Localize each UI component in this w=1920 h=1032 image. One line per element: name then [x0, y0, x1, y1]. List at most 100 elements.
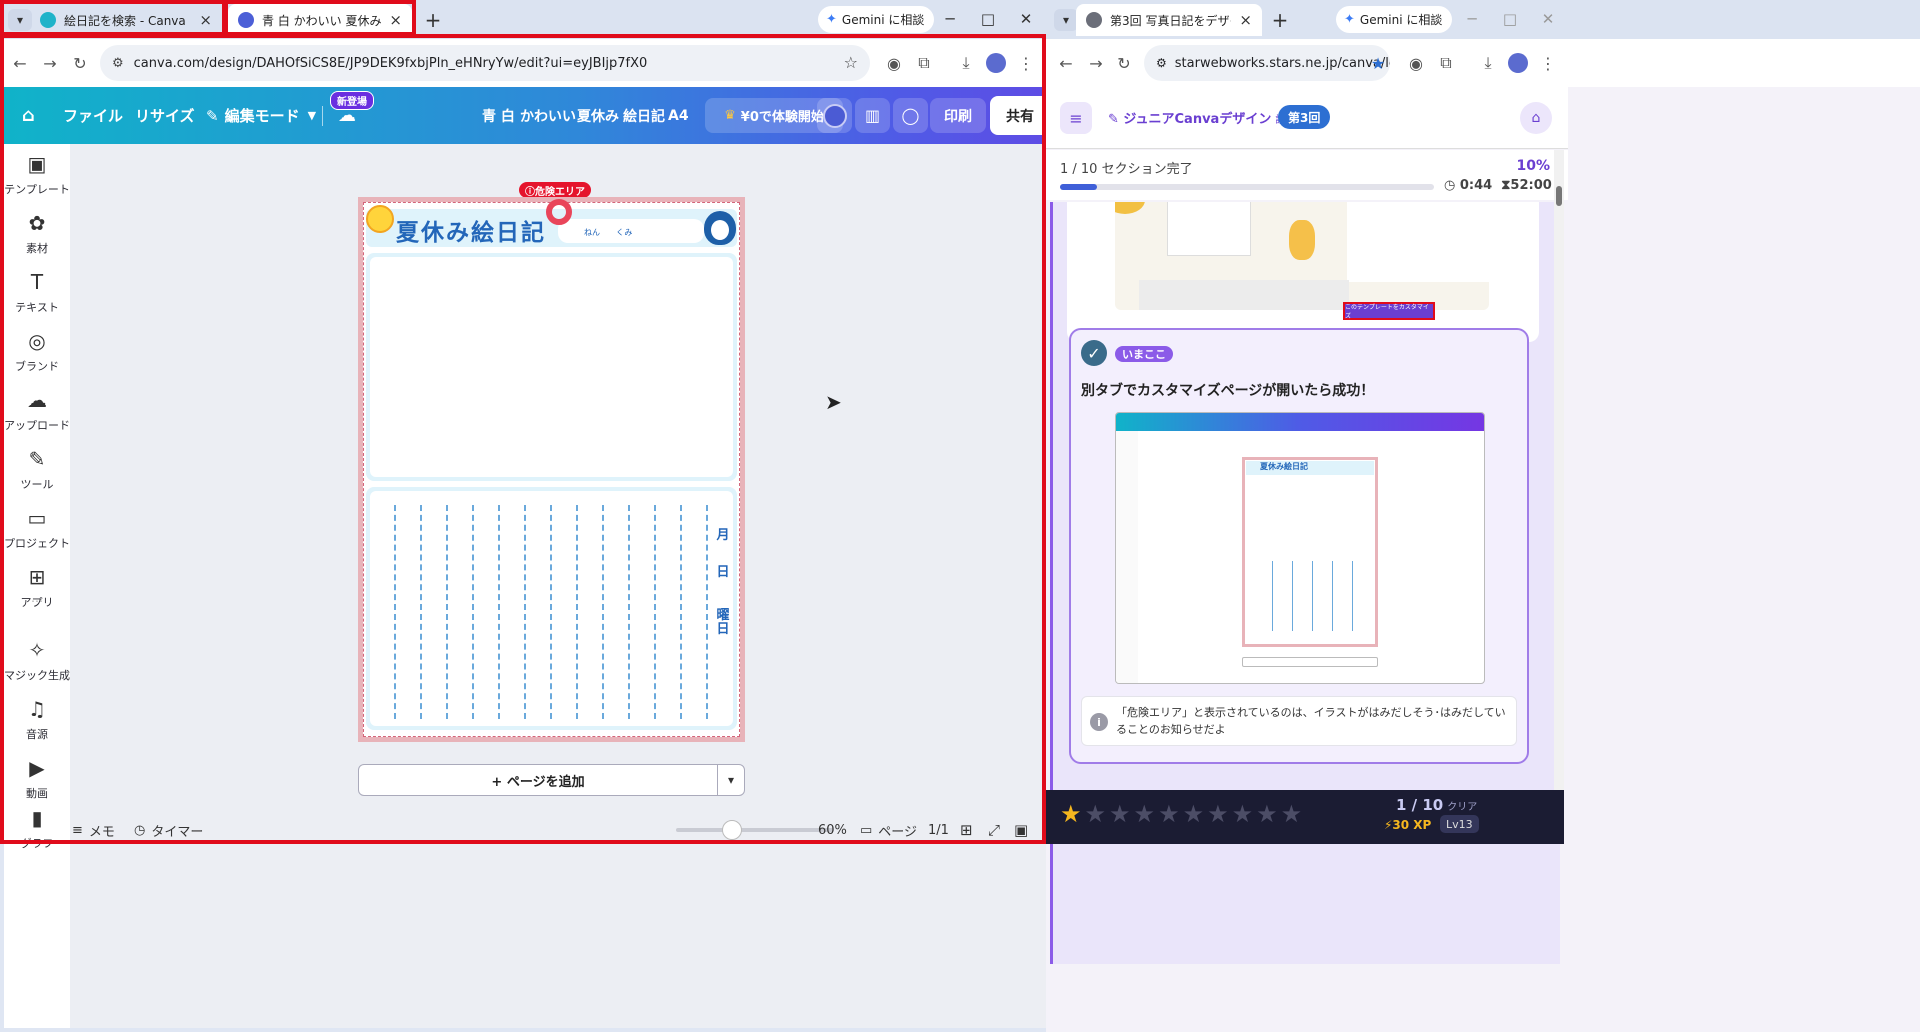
penguin-sticker-icon[interactable]: [704, 211, 736, 245]
course-title: ✎ ジュニアCanvaデザイン講座: [1108, 108, 1295, 127]
tag-chip: かわいい: [520, 108, 576, 125]
star-empty-icon: ★: [1256, 800, 1281, 828]
sidebar-item-charts[interactable]: ▮ グラフ: [4, 804, 70, 854]
diary-title[interactable]: 夏休み絵日記: [396, 213, 546, 247]
screenshot-icon[interactable]: ◉: [882, 51, 906, 75]
site-info-icon[interactable]: ⚙: [112, 56, 124, 71]
new-badge: 新登場: [330, 91, 374, 110]
reload-button[interactable]: ↻: [1112, 51, 1136, 75]
share-button[interactable]: 共有: [990, 96, 1050, 135]
sun-sticker-icon[interactable]: [366, 205, 394, 233]
insights-chart-icon[interactable]: ▥: [855, 98, 890, 133]
tab-search-button[interactable]: ▾: [8, 9, 32, 31]
new-tab-button[interactable]: +: [1268, 8, 1292, 32]
maximize-button[interactable]: □: [1494, 6, 1526, 32]
sidebar-item-brand[interactable]: ◎ ブランド: [4, 321, 70, 383]
home-icon[interactable]: ⌂: [1520, 102, 1552, 134]
sidebar-item-magic[interactable]: ✧ マジック生成: [4, 630, 70, 692]
browser-menu-icon[interactable]: ⋮: [1014, 51, 1038, 75]
comment-icon[interactable]: ◯: [893, 98, 928, 133]
screenshot-page-inner: [1245, 460, 1375, 644]
tab-course-page[interactable]: 第3回 写真日記をデザインしよう | ×: [1076, 4, 1262, 36]
swim-ring-sticker-icon[interactable]: [546, 199, 572, 225]
sidebar-item-apps[interactable]: ⊞ アプリ: [4, 557, 70, 619]
close-tab-icon[interactable]: ×: [199, 11, 212, 29]
maximize-button[interactable]: □: [972, 6, 1004, 32]
add-page-button[interactable]: + ページを追加: [358, 764, 718, 796]
screenshot-icon[interactable]: ◉: [1404, 51, 1428, 75]
edit-mode-menu[interactable]: ✎ 編集モード ▼: [206, 87, 316, 144]
grid-view-icon[interactable]: ⊞: [960, 814, 973, 846]
bookmark-star-icon[interactable]: ★: [1366, 51, 1390, 75]
sidebar-item-uploads[interactable]: ☁ アップロード: [4, 380, 70, 442]
bookmark-star-icon[interactable]: ☆: [844, 53, 858, 72]
lesson-content[interactable]: このテンプレートをカスタマイズ ✓ いまここ 別タブでカスタマイズページが開いた…: [1050, 202, 1560, 964]
current-step-badge: いまここ: [1115, 346, 1173, 362]
tab-canva-search[interactable]: 絵日記を検索 - Canva ×: [30, 4, 222, 36]
sidebar-item-tools[interactable]: ✎ ツール: [4, 439, 70, 501]
profile-avatar[interactable]: [986, 53, 1006, 73]
back-button[interactable]: ←: [1054, 51, 1078, 75]
site-info-icon[interactable]: ⚙: [1156, 56, 1167, 70]
sidebar-item-templates[interactable]: ▣ テンプレート: [4, 144, 70, 206]
file-menu[interactable]: ファイル: [63, 87, 123, 144]
resize-menu[interactable]: リサイズ: [135, 87, 195, 144]
home-icon[interactable]: ⌂: [22, 87, 35, 144]
minimize-button[interactable]: ─: [1456, 6, 1488, 32]
chevron-down-icon[interactable]: ▾: [717, 764, 745, 796]
url-input[interactable]: ⚙ canva.com/design/DAHOfSiCS8E/JP9DEK9fx…: [100, 45, 870, 81]
close-window-button[interactable]: ✕: [1010, 6, 1042, 32]
progress-footer: ★★★★★★★★★★ 1 / 10 クリア ⚡30 XP Lv13: [1046, 790, 1564, 844]
back-button[interactable]: ←: [8, 51, 32, 75]
progress-bar: [1060, 184, 1434, 190]
page-scrollbar[interactable]: [1554, 150, 1564, 790]
account-button[interactable]: [817, 98, 852, 133]
minimize-button[interactable]: ─: [934, 6, 966, 32]
gemini-button[interactable]: ✦ Gemini に相談: [818, 6, 935, 33]
gemini-spark-icon: ✦: [1344, 12, 1355, 27]
zoom-slider[interactable]: [676, 828, 834, 832]
hamburger-menu-icon[interactable]: ≡: [1060, 102, 1092, 134]
forward-button[interactable]: →: [38, 51, 62, 75]
close-tab-icon[interactable]: ×: [389, 11, 402, 29]
zoom-slider-handle[interactable]: [722, 820, 742, 840]
picture-area[interactable]: [366, 253, 737, 481]
sidebar-item-audio[interactable]: ♫ 音源: [4, 689, 70, 751]
forward-button[interactable]: →: [1084, 51, 1108, 75]
browser-menu-icon[interactable]: ⋮: [1536, 51, 1560, 75]
gemini-button[interactable]: ✦ Gemini に相談: [1336, 6, 1453, 33]
close-window-button[interactable]: ✕: [1532, 6, 1564, 32]
gemini-spark-icon: ✦: [826, 12, 837, 27]
pages-button[interactable]: ▭ ページ: [860, 814, 917, 846]
title-banner[interactable]: 夏休み絵日記 ねん くみ: [366, 199, 737, 247]
url-input[interactable]: ⚙ starwebworks.stars.ne.jp/canva/les...: [1144, 45, 1390, 81]
download-icon[interactable]: ⤓: [954, 51, 978, 75]
zoom-level[interactable]: 60%: [818, 814, 847, 846]
sidebar-item-video[interactable]: ▶ 動画: [4, 748, 70, 810]
fullscreen-icon[interactable]: ⤢: [988, 814, 1000, 846]
writing-area[interactable]: 月 日 曜日: [366, 487, 737, 730]
tab-canva-design[interactable]: 青 白 かわいい 夏休み 絵日記 ×: [228, 4, 412, 36]
assistant-icon[interactable]: ▣: [1014, 814, 1028, 846]
writing-line: [472, 505, 474, 719]
sidebar-item-label: アップロード: [4, 419, 70, 432]
tag-chip: 絵日記: [623, 108, 665, 125]
new-tab-button[interactable]: +: [421, 8, 445, 32]
sidebar-item-text[interactable]: T テキスト: [4, 262, 70, 324]
download-icon[interactable]: ⤓: [1476, 51, 1500, 75]
extensions-icon[interactable]: ⧉: [1434, 51, 1458, 75]
timer-button[interactable]: ◷ タイマー: [134, 814, 203, 846]
writing-line: [498, 505, 500, 719]
name-field[interactable]: ねん くみ: [558, 219, 704, 243]
notes-button[interactable]: ≡ メモ: [72, 814, 115, 846]
design-page[interactable]: 夏休み絵日記 ねん くみ 月 日 曜日: [358, 197, 745, 742]
profile-avatar[interactable]: [1508, 53, 1528, 73]
sidebar-item-projects[interactable]: ▭ プロジェクト: [4, 498, 70, 560]
print-button[interactable]: 印刷: [930, 98, 986, 133]
tab-search-button[interactable]: ▾: [1054, 9, 1078, 31]
extensions-icon[interactable]: ⧉: [912, 51, 936, 75]
close-tab-icon[interactable]: ×: [1239, 11, 1252, 29]
reload-button[interactable]: ↻: [68, 51, 92, 75]
scrollbar-thumb[interactable]: [1556, 186, 1562, 206]
sidebar-item-elements[interactable]: ✿ 素材: [4, 203, 70, 265]
